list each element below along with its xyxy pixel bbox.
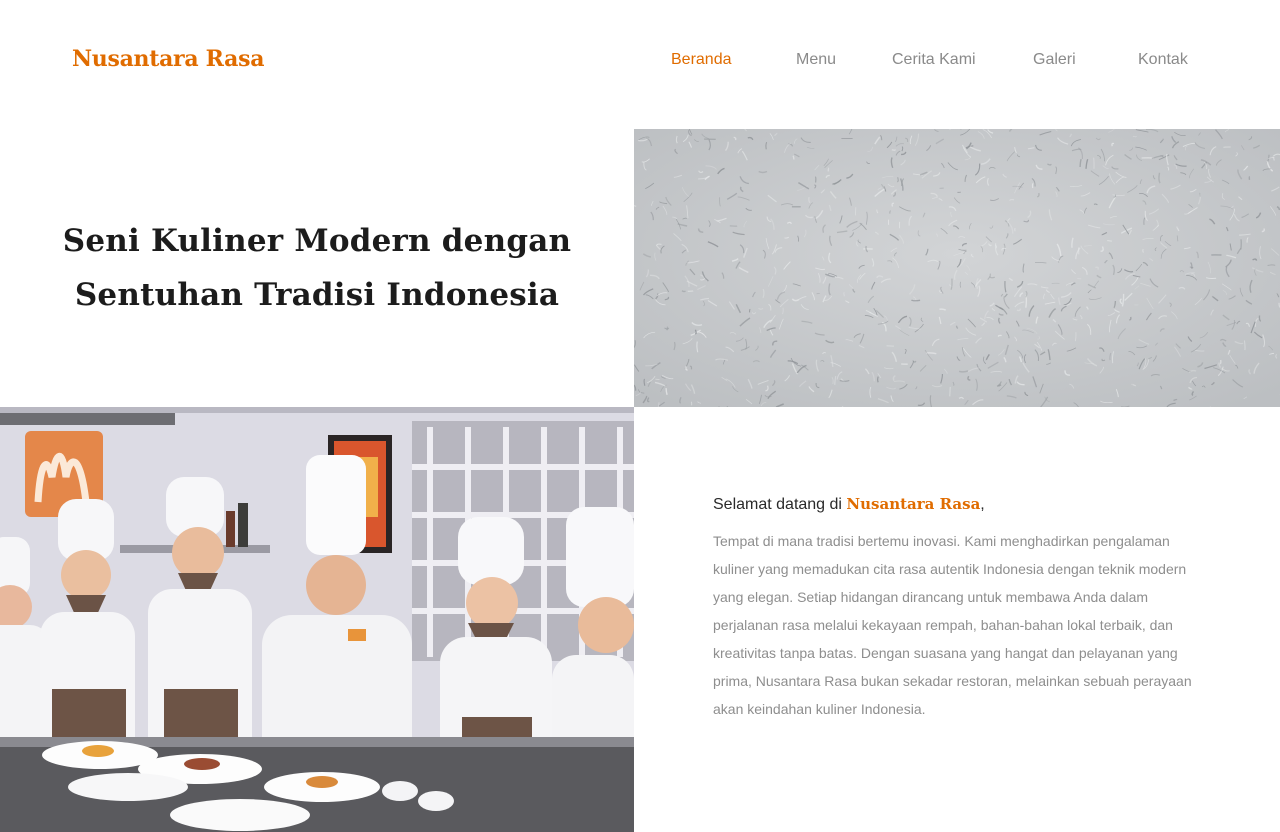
texture-mark: [1223, 146, 1231, 149]
texture-mark: [681, 290, 686, 293]
texture-mark: [1092, 157, 1095, 169]
chefs-photo: [0, 407, 634, 832]
hero-title: Seni Kuliner Modern dengan Sentuhan Trad…: [37, 214, 597, 322]
nav-link-kontak[interactable]: Kontak: [1138, 48, 1188, 72]
main-nav: Beranda Menu Cerita Kami Galeri Kontak: [0, 48, 1280, 72]
welcome-section: Selamat datang di Nusantara Rasa, Tempat…: [713, 492, 1213, 723]
texture-mark: [792, 155, 795, 160]
texture-mark: [643, 378, 646, 386]
stucco-texture-image: [634, 129, 1280, 407]
nav-link-cerita-kami[interactable]: Cerita Kami: [892, 48, 976, 72]
texture-mark: [876, 376, 879, 383]
welcome-suffix: ,: [980, 496, 985, 513]
nav-link-galeri[interactable]: Galeri: [1033, 48, 1076, 72]
welcome-heading: Selamat datang di Nusantara Rasa,: [713, 492, 1213, 517]
texture-mark: [1014, 227, 1016, 232]
welcome-body: Tempat di mana tradisi bertemu inovasi. …: [713, 533, 1192, 717]
nav-link-beranda[interactable]: Beranda: [671, 48, 732, 72]
site-header: Nusantara Rasa Beranda Menu Cerita Kami …: [0, 0, 1280, 120]
texture-mark: [1107, 240, 1112, 242]
hero-title-line-1: Seni Kuliner Modern dengan: [62, 223, 572, 259]
texture-mark: [827, 167, 830, 172]
texture-mark: [1244, 340, 1246, 351]
texture-mark: [958, 370, 969, 373]
texture-mark: [839, 380, 850, 382]
welcome-prefix: Selamat datang di: [713, 496, 847, 513]
hero-title-line-2: Sentuhan Tradisi Indonesia: [74, 277, 560, 313]
welcome-brand-name: Nusantara Rasa: [846, 495, 981, 513]
nav-link-menu[interactable]: Menu: [796, 48, 836, 72]
hero-section: Seni Kuliner Modern dengan Sentuhan Trad…: [0, 129, 634, 407]
